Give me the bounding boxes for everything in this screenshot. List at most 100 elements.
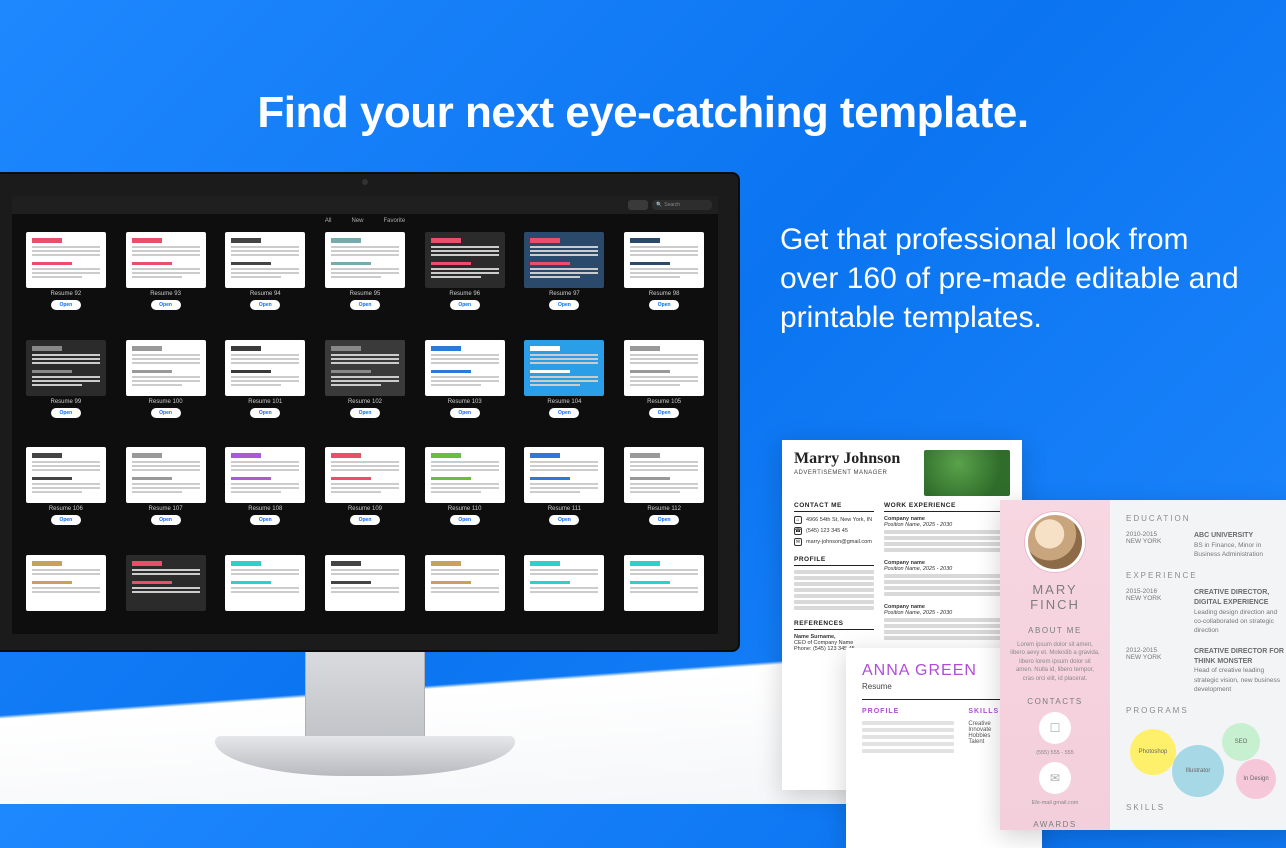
phone-icon: ☐ xyxy=(1039,712,1071,744)
template-label: Resume 102 xyxy=(348,399,382,405)
open-button[interactable]: Open xyxy=(549,300,579,310)
template-card[interactable]: Resume 98 Open xyxy=(618,232,710,334)
template-card[interactable]: Resume 95 Open xyxy=(319,232,411,334)
template-label: Resume 109 xyxy=(348,506,382,512)
open-button[interactable]: Open xyxy=(51,408,81,418)
doc3-skills-hd: SKILLS xyxy=(1126,803,1284,812)
avatar xyxy=(1025,512,1085,572)
doc1-contact-hd: CONTACT ME xyxy=(794,502,874,512)
template-label: Resume 99 xyxy=(51,399,82,405)
template-card[interactable]: Resume 112 Open xyxy=(618,447,710,549)
search-input[interactable]: 🔍 Search xyxy=(652,200,712,210)
open-button[interactable]: Open xyxy=(250,300,280,310)
mail-icon: ✉ xyxy=(1039,762,1071,794)
open-button[interactable]: Open xyxy=(151,300,181,310)
template-card[interactable]: Resume 103 Open xyxy=(419,340,511,442)
preview-doc-mary-finch: MARY FINCH ABOUT ME Lorem ipsum dolor si… xyxy=(1000,500,1286,830)
tab-favorite[interactable]: Favorite xyxy=(384,218,406,224)
template-label: Resume 105 xyxy=(647,399,681,405)
doc1-name: Marry Johnson xyxy=(794,450,900,468)
template-thumbnail xyxy=(325,555,405,611)
app-toolbar: 🔍 Search xyxy=(12,196,718,214)
template-card[interactable]: Resume 111 Open xyxy=(519,447,611,549)
template-card[interactable]: Resume 106 Open xyxy=(20,447,112,549)
doc3-name: MARY FINCH xyxy=(1010,582,1100,612)
template-label: Resume 111 xyxy=(548,506,581,512)
view-toggle[interactable] xyxy=(628,200,648,210)
template-card[interactable]: Resume 105 Open xyxy=(618,340,710,442)
template-card[interactable] xyxy=(419,555,511,635)
template-card[interactable]: Resume 99 Open xyxy=(20,340,112,442)
open-button[interactable]: Open xyxy=(51,300,81,310)
open-button[interactable]: Open xyxy=(450,408,480,418)
open-button[interactable]: Open xyxy=(549,408,579,418)
open-button[interactable]: Open xyxy=(350,515,380,525)
doc3-phone: (555) 555 - 555 xyxy=(1010,750,1100,756)
template-card[interactable]: Resume 93 Open xyxy=(120,232,212,334)
open-button[interactable]: Open xyxy=(549,515,579,525)
template-label: Resume 96 xyxy=(449,291,480,297)
doc1-email: marry-johnson@gmail.com xyxy=(806,539,872,545)
open-button[interactable]: Open xyxy=(151,408,181,418)
open-button[interactable]: Open xyxy=(250,408,280,418)
open-button[interactable]: Open xyxy=(350,300,380,310)
mail-icon: ✉ xyxy=(794,538,802,546)
open-button[interactable]: Open xyxy=(250,515,280,525)
template-card[interactable]: Resume 110 Open xyxy=(419,447,511,549)
doc1-address: 4966 54th St, New York, IN xyxy=(806,517,872,523)
template-card[interactable]: Resume 101 Open xyxy=(219,340,311,442)
template-card[interactable]: Resume 100 Open xyxy=(120,340,212,442)
doc3-contacts-hd: CONTACTS xyxy=(1010,697,1100,706)
category-tabs: All New Favorite xyxy=(12,214,718,228)
template-label: Resume 94 xyxy=(250,291,281,297)
open-button[interactable]: Open xyxy=(649,300,679,310)
template-label: Resume 108 xyxy=(248,506,282,512)
bubble-photoshop: Photoshop xyxy=(1130,729,1176,775)
template-card[interactable]: Resume 104 Open xyxy=(519,340,611,442)
template-card[interactable] xyxy=(219,555,311,635)
template-label: Resume 93 xyxy=(150,291,181,297)
camera-icon xyxy=(362,179,368,185)
open-button[interactable]: Open xyxy=(51,515,81,525)
template-thumbnail xyxy=(624,555,704,611)
template-card[interactable]: Resume 107 Open xyxy=(120,447,212,549)
template-card[interactable]: Resume 108 Open xyxy=(219,447,311,549)
template-thumbnail xyxy=(524,555,604,611)
tab-all[interactable]: All xyxy=(325,218,332,224)
template-card[interactable]: Resume 109 Open xyxy=(319,447,411,549)
monitor-mockup: 🔍 Search All New Favorite Resume 92 Open xyxy=(0,172,740,804)
template-thumbnail xyxy=(624,232,704,288)
bubble-indesign: In Design xyxy=(1236,759,1276,799)
template-card[interactable] xyxy=(319,555,411,635)
doc1-dates: Position Name, 2025 - 2030 xyxy=(884,522,1010,528)
template-thumbnail xyxy=(624,340,704,396)
template-card[interactable] xyxy=(120,555,212,635)
bubble-illustrator: Illustrator xyxy=(1172,745,1224,797)
template-card[interactable]: Resume 97 Open xyxy=(519,232,611,334)
open-button[interactable]: Open xyxy=(350,408,380,418)
template-thumbnail xyxy=(524,340,604,396)
template-thumbnail xyxy=(325,447,405,503)
open-button[interactable]: Open xyxy=(450,515,480,525)
search-icon: 🔍 xyxy=(656,202,662,208)
doc3-about-hd: ABOUT ME xyxy=(1010,626,1100,635)
template-card[interactable] xyxy=(519,555,611,635)
open-button[interactable]: Open xyxy=(151,515,181,525)
bubble-seo: SEO xyxy=(1222,723,1260,761)
open-button[interactable]: Open xyxy=(649,408,679,418)
doc3-awards-hd: AWARDS xyxy=(1010,820,1100,829)
template-card[interactable]: Resume 102 Open xyxy=(319,340,411,442)
template-label: Resume 104 xyxy=(547,399,581,405)
template-card[interactable]: Resume 96 Open xyxy=(419,232,511,334)
plant-photo xyxy=(924,450,1010,496)
open-button[interactable]: Open xyxy=(450,300,480,310)
template-label: Resume 106 xyxy=(49,506,83,512)
tab-new[interactable]: New xyxy=(351,218,363,224)
template-card[interactable]: Resume 92 Open xyxy=(20,232,112,334)
template-card[interactable]: Resume 94 Open xyxy=(219,232,311,334)
template-card[interactable] xyxy=(20,555,112,635)
template-thumbnail xyxy=(425,340,505,396)
doc2-profile-hd: PROFILE xyxy=(862,708,954,715)
template-card[interactable] xyxy=(618,555,710,635)
open-button[interactable]: Open xyxy=(649,515,679,525)
